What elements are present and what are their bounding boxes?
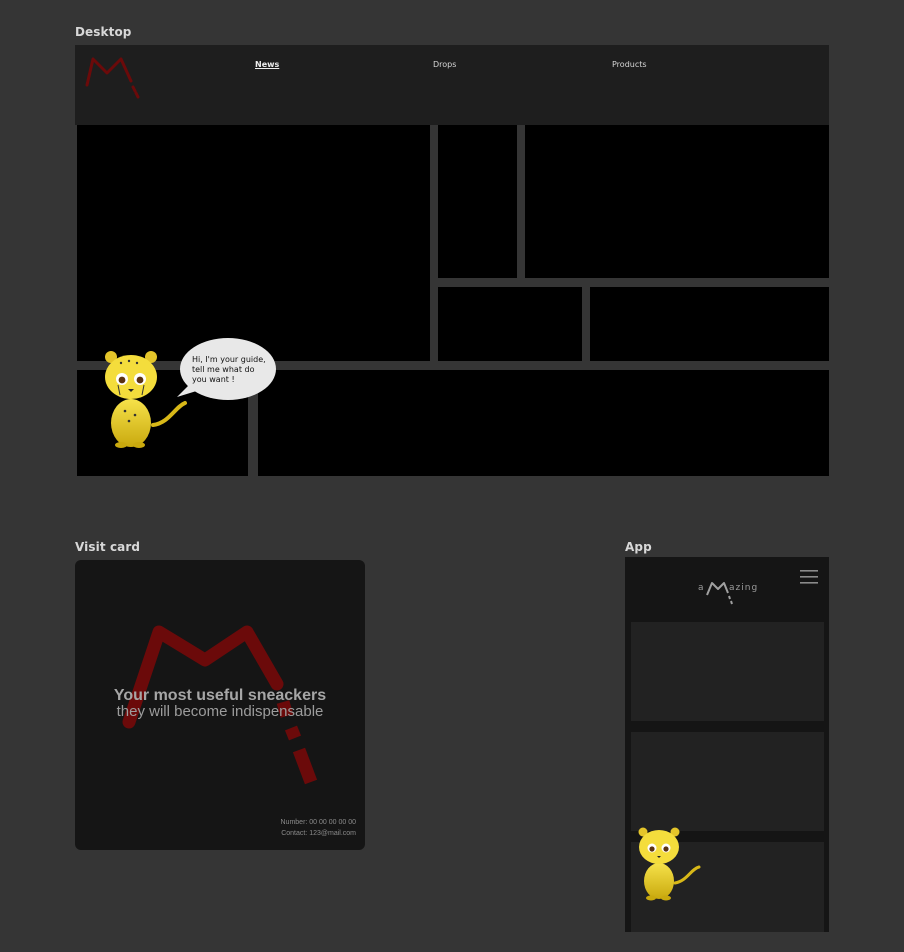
app-brand-right: azing bbox=[729, 583, 759, 593]
guide-bubble-text: Hi, I'm your guide, tell me what do you … bbox=[192, 355, 266, 385]
guide-line-1: Hi, I'm your guide, bbox=[192, 355, 266, 364]
news-tile-large[interactable] bbox=[77, 125, 430, 361]
cheetah-mascot-app-icon[interactable] bbox=[637, 827, 703, 901]
desktop-header: News Drops Products bbox=[75, 45, 829, 125]
nav-drops[interactable]: Drops bbox=[433, 60, 456, 69]
card-subline: they will become indispensable bbox=[116, 703, 324, 720]
visit-card: Your most useful sneackers they will bec… bbox=[75, 560, 365, 850]
card-number: Number: 00 00 00 00 00 bbox=[280, 819, 357, 826]
desktop-section-label: Desktop bbox=[75, 25, 132, 39]
news-tile-small-right[interactable] bbox=[590, 287, 829, 361]
news-tile-narrow[interactable] bbox=[438, 125, 517, 278]
nav-news[interactable]: News bbox=[255, 60, 279, 69]
hamburger-menu-icon[interactable] bbox=[800, 569, 818, 585]
news-tile-small-left[interactable] bbox=[438, 287, 582, 361]
cheetah-mascot-icon[interactable] bbox=[103, 351, 189, 449]
nav-products[interactable]: Products bbox=[612, 60, 647, 69]
guide-line-2: tell me what do bbox=[192, 365, 255, 374]
visit-card-section-label: Visit card bbox=[75, 540, 141, 554]
app-section-label: App bbox=[625, 540, 652, 554]
app-card-2[interactable] bbox=[631, 732, 824, 831]
card-email: Contact: 123@mail.com bbox=[281, 830, 356, 837]
guide-line-3: you want ! bbox=[192, 375, 235, 384]
desktop-frame: News Drops Products Hi, I'm your guide, … bbox=[75, 45, 829, 476]
app-frame: a azing bbox=[625, 557, 829, 932]
news-tile-bottom-wide[interactable] bbox=[258, 370, 829, 476]
news-tile-wide[interactable] bbox=[525, 125, 829, 278]
brand-logo-icon[interactable] bbox=[83, 53, 145, 99]
app-card-1[interactable] bbox=[631, 622, 824, 721]
